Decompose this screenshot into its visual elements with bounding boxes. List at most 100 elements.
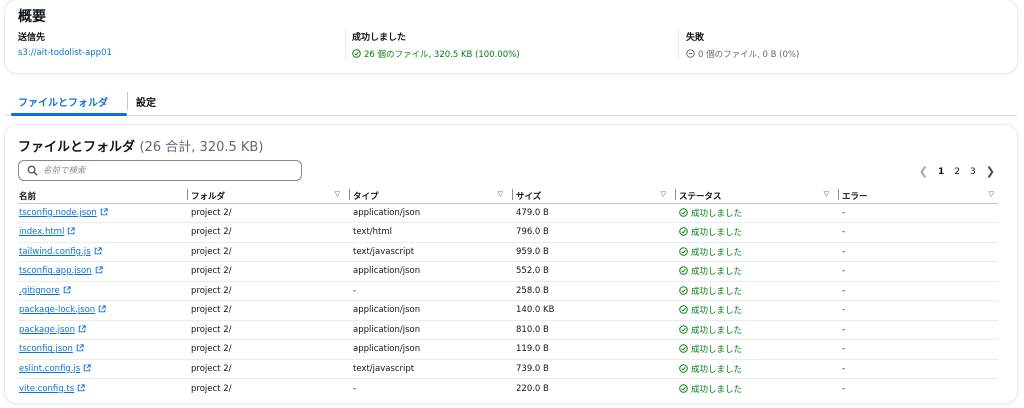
cell-error: - [841, 320, 998, 340]
cell-error: - [841, 339, 998, 360]
cell-type: - [353, 383, 357, 394]
cell-name: index.html [18, 222, 190, 243]
check-circle-icon [679, 285, 688, 295]
prev-page-icon[interactable]: ❮ [919, 165, 928, 178]
table-row: tsconfig.node.json project 2/application/… [18, 203, 998, 223]
column-header-name[interactable]: 名前 [18, 186, 190, 204]
tab-bar: ファイルとフォルダ 設定 [5, 88, 1017, 116]
summary-title: 概要 [18, 9, 46, 25]
sort-down-icon[interactable]: ▽ [498, 190, 503, 198]
file-link[interactable]: .gitignore [19, 286, 60, 296]
cell-folder: project 2/ [190, 281, 352, 301]
file-link[interactable]: tsconfig.node.json [19, 208, 97, 218]
cell-size: 959.0 B [515, 242, 678, 262]
cell-status: 成功しました [678, 281, 841, 301]
cell-folder: project 2/ [190, 359, 352, 379]
page-2[interactable]: 2 [954, 167, 960, 177]
sort-down-icon[interactable]: ▽ [989, 190, 994, 198]
external-link-icon[interactable] [94, 247, 102, 255]
external-link-icon[interactable] [76, 344, 84, 352]
file-link[interactable]: eslint.config.js [19, 364, 80, 374]
file-link[interactable]: tsconfig.json [19, 344, 73, 354]
file-link[interactable]: package-lock.json [19, 305, 95, 315]
status-text: 成功しました [691, 345, 743, 356]
check-circle-icon [679, 324, 688, 334]
summary-panel: 概要 送信先 s3://ait-todolist-app01 成功しました 26… [5, 0, 1017, 73]
external-link-icon[interactable] [83, 364, 91, 372]
cell-folder: project 2/ [190, 300, 352, 321]
files-count: (26 合計, 320.5 KB) [139, 140, 264, 155]
external-link-icon[interactable] [63, 286, 71, 294]
next-page-icon[interactable]: ❯ [986, 165, 995, 178]
external-link-icon[interactable] [78, 325, 86, 333]
column-header-folder[interactable]: フォルダ ▽ [190, 186, 352, 204]
sort-down-icon[interactable]: ▽ [824, 190, 829, 198]
column-header-size[interactable]: サイズ ▽ [515, 186, 678, 204]
cell-error: - [841, 203, 998, 223]
table-row: tailwind.config.js project 2/text/javascr… [18, 242, 998, 262]
check-circle-icon [679, 344, 688, 354]
cell-error: - [841, 359, 998, 379]
file-link[interactable]: vite.config.ts [19, 384, 74, 394]
check-circle-icon [679, 363, 688, 373]
column-divider [345, 28, 346, 60]
column-header-status[interactable]: ステータス ▽ [678, 186, 841, 204]
cell-status: 成功しました [678, 379, 841, 399]
cell-size: 140.0 KB [515, 300, 678, 321]
external-link-icon[interactable] [98, 305, 106, 313]
cell-name: tsconfig.node.json [18, 203, 190, 223]
page-1[interactable]: 1 [938, 167, 944, 177]
cell-folder: project 2/ [190, 261, 352, 282]
cell-size: 119.0 B [515, 339, 678, 360]
cell-name: package-lock.json [18, 300, 190, 321]
cell-status: 成功しました [678, 339, 841, 360]
cell-name: tsconfig.json [18, 339, 190, 360]
table-row: .gitignore project 2/-258.0 B 成功しました - [18, 281, 998, 301]
status-text: 成功しました [691, 247, 743, 258]
failed-value: 0 個のファイル, 0 B (0%) [686, 48, 799, 60]
files-title: ファイルとフォルダ (26 合計, 320.5 KB) [18, 136, 263, 155]
failed-column: 失敗 0 個のファイル, 0 B (0%) [686, 30, 799, 60]
status-text: 成功しました [691, 228, 743, 239]
external-link-icon[interactable] [67, 227, 76, 235]
sort-down-icon[interactable]: ▽ [661, 190, 666, 198]
cell-name: vite.config.ts [18, 379, 190, 399]
check-circle-icon [679, 207, 688, 217]
destination-label: 送信先 [18, 33, 46, 43]
cell-type: application/json [352, 320, 515, 340]
cell-name: tailwind.config.js [18, 242, 190, 262]
cell-status: 成功しました [678, 261, 841, 282]
pagination: ❮ 1 2 3 ❯ [919, 165, 995, 178]
cell-folder: project 2/ [190, 320, 352, 340]
check-circle-icon [679, 227, 688, 237]
destination-link[interactable]: s3://ait-todolist-app01 [18, 48, 112, 58]
sort-down-icon[interactable]: ▽ [335, 190, 340, 198]
page-3[interactable]: 3 [970, 167, 976, 177]
succeeded-label: 成功しました [352, 33, 407, 43]
cell-size: 796.0 B [515, 222, 678, 243]
external-link-icon[interactable] [77, 383, 85, 392]
cell-status: 成功しました [678, 320, 841, 340]
table-body: tsconfig.node.json project 2/application/… [18, 203, 998, 398]
file-link[interactable]: tsconfig.app.json [19, 266, 92, 276]
check-circle-icon [679, 305, 688, 315]
column-header-type[interactable]: タイプ ▽ [352, 186, 515, 204]
file-link[interactable]: package.json [19, 325, 75, 335]
tab-settings[interactable]: 設定 [136, 94, 156, 109]
cell-size: 220.0 B [516, 383, 549, 394]
cell-type: application/json [352, 300, 515, 321]
file-link[interactable]: tailwind.config.js [19, 247, 91, 257]
cell-error: - [841, 300, 998, 321]
tab-files-folders[interactable]: ファイルとフォルダ [18, 94, 108, 109]
search-icon [27, 165, 38, 176]
status-text: 成功しました [691, 384, 743, 395]
file-link[interactable]: index.html [19, 227, 64, 237]
search-input[interactable] [43, 163, 293, 178]
table-row: package-lock.json project 2/application/j… [18, 300, 998, 321]
external-link-icon[interactable] [100, 208, 108, 216]
column-header-error[interactable]: エラー ▽ [841, 186, 998, 204]
cell-type: text/javascript [352, 359, 515, 379]
external-link-icon[interactable] [95, 266, 103, 274]
table-row: package.json project 2/application/json 81… [18, 320, 998, 340]
cell-folder: project 2/ [190, 222, 352, 243]
